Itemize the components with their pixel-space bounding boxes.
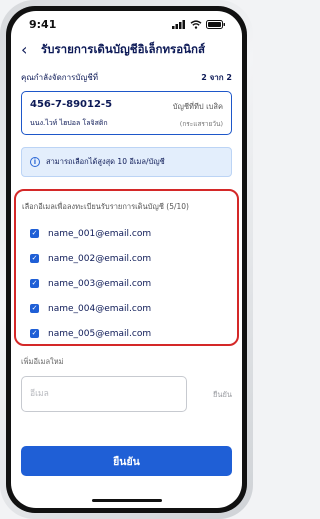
add-email-label: เพิ่มอีเมลใหม่ (21, 357, 64, 366)
email-option-2[interactable]: ✓ name_002@email.com (30, 246, 231, 271)
email-option-1[interactable]: ✓ name_001@email.com (30, 221, 231, 246)
email-option-label: name_001@email.com (48, 228, 152, 239)
signal-icon (172, 19, 185, 29)
checkbox-checked-icon[interactable]: ✓ (30, 254, 39, 263)
status-bar: 9:41 (11, 11, 242, 37)
info-text: สามารถเลือกได้สูงสุด 10 อีเมล/บัญชี (46, 157, 165, 166)
battery-icon (206, 19, 225, 29)
status-time: 9:41 (29, 17, 57, 31)
email-selection-panel: เลือกอีเมลเพื่อลงทะเบียนรับรายการเดินบัญ… (14, 189, 239, 346)
email-input[interactable] (21, 376, 187, 412)
account-subtype: (กระแสรายวัน) (179, 120, 223, 128)
page-title: รับรายการเดินบัญชีอิเล็กทรอนิกส์ (41, 42, 205, 56)
checkbox-checked-icon[interactable]: ✓ (30, 279, 39, 288)
checkbox-checked-icon[interactable]: ✓ (30, 304, 39, 313)
account-card: 456-7-89012-5 นนง.ไวท์ ไฮปอล โลจิสติก บั… (21, 91, 232, 135)
chevron-left-icon[interactable]: ‹ (21, 42, 35, 58)
screen: 9:41 ‹ รับรายการเดินบัญชีอิเล็กทรอนิกส์ … (11, 11, 242, 508)
email-option-label: name_004@email.com (48, 303, 152, 314)
info-icon: i (30, 157, 40, 167)
account-number: 456-7-89012-5 (30, 99, 113, 110)
step-indicator: คุณกำลังจัดการบัญชีที่ 2 จาก 2 (21, 71, 232, 84)
add-email-confirm-button[interactable]: ยืนยัน (213, 389, 232, 401)
email-list: ✓ name_001@email.com ✓ name_002@email.co… (30, 221, 231, 346)
wifi-icon (190, 19, 202, 29)
email-option-label: name_003@email.com (48, 278, 152, 289)
info-banner: i สามารถเลือกได้สูงสุด 10 อีเมล/บัญชี (21, 147, 232, 177)
phone-frame: 9:41 ‹ รับรายการเดินบัญชีอิเล็กทรอนิกส์ … (0, 0, 253, 519)
status-icons (172, 19, 226, 29)
email-option-4[interactable]: ✓ name_004@email.com (30, 296, 231, 321)
email-option-5[interactable]: ✓ name_005@email.com (30, 321, 231, 346)
step-value: 2 จาก 2 (201, 73, 232, 82)
confirm-button[interactable]: ยืนยัน (21, 446, 232, 476)
navigation-bar: ‹ รับรายการเดินบัญชีอิเล็กทรอนิกส์ (11, 37, 242, 63)
account-type: บัญชีที่ทีป เบสิค (172, 102, 223, 111)
email-option-3[interactable]: ✓ name_003@email.com (30, 271, 231, 296)
checkbox-checked-icon[interactable]: ✓ (30, 329, 39, 338)
email-selection-title: เลือกอีเมลเพื่อลงทะเบียนรับรายการเดินบัญ… (22, 202, 189, 211)
phone-bezel: 9:41 ‹ รับรายการเดินบัญชีอิเล็กทรอนิกส์ … (6, 6, 247, 513)
email-option-label: name_002@email.com (48, 253, 152, 264)
home-indicator (91, 499, 162, 502)
step-label: คุณกำลังจัดการบัญชีที่ (21, 73, 99, 82)
account-name: นนง.ไวท์ ไฮปอล โลจิสติก (30, 119, 108, 127)
checkbox-checked-icon[interactable]: ✓ (30, 229, 39, 238)
email-option-label: name_005@email.com (48, 328, 152, 339)
